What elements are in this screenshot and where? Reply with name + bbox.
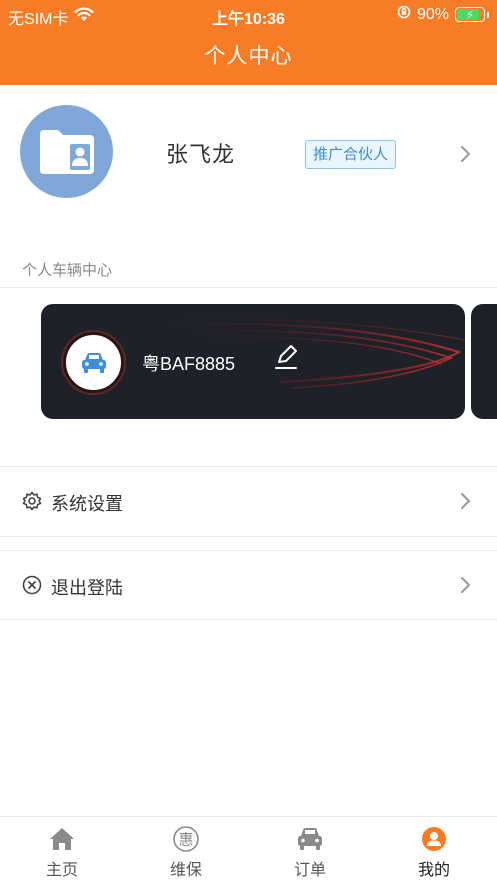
header-bar: 无SIM卡 上午10:36 90% ⚡ 个人中心 <box>0 0 497 85</box>
settings-row[interactable]: 系统设置 <box>0 467 497 535</box>
tab-orders-label: 订单 <box>293 862 326 879</box>
hui-icon: 惠 <box>173 826 199 852</box>
tab-maintenance-label: 维保 <box>169 862 202 879</box>
page-title: 个人中心 <box>204 45 293 68</box>
divider <box>0 619 497 620</box>
tab-orders[interactable]: 订单 <box>270 825 350 881</box>
chevron-right-icon <box>459 576 471 599</box>
chevron-right-icon <box>459 145 471 168</box>
user-icon <box>422 827 446 851</box>
gear-icon <box>22 491 42 516</box>
status-bar: 无SIM卡 上午10:36 90% ⚡ <box>0 0 497 28</box>
vehicle-section-label: 个人车辆中心 <box>22 262 113 279</box>
id-card-icon <box>39 129 94 174</box>
car-logo <box>63 332 124 393</box>
logout-label: 退出登陆 <box>51 578 123 598</box>
tab-bar: 主页 惠 维保 订单 我的 <box>0 816 497 883</box>
home-icon <box>50 828 74 850</box>
rotation-lock-icon <box>397 5 411 24</box>
tab-home[interactable]: 主页 <box>22 825 102 881</box>
battery-percent: 90% <box>416 5 449 23</box>
license-plate: 粤BAF8885 <box>142 354 236 374</box>
close-circle-icon <box>22 575 42 600</box>
battery-cap <box>487 11 489 18</box>
status-right: 90% ⚡ <box>397 5 489 24</box>
partner-badge: 推广合伙人 <box>305 140 397 169</box>
car-icon <box>81 352 106 373</box>
logout-row[interactable]: 退出登陆 <box>0 551 497 619</box>
tab-mine[interactable]: 我的 <box>394 825 474 881</box>
car-icon <box>298 828 322 850</box>
tab-maintenance[interactable]: 惠 维保 <box>146 825 226 881</box>
divider <box>0 536 497 537</box>
user-name: 张飞龙 <box>166 142 236 167</box>
svg-text:惠: 惠 <box>178 831 193 849</box>
divider <box>0 287 497 288</box>
chevron-right-icon <box>459 492 471 515</box>
vehicle-card-next[interactable] <box>471 304 497 419</box>
profile-row[interactable]: 张飞龙 推广合伙人 <box>0 85 497 220</box>
tab-mine-label: 我的 <box>417 862 450 879</box>
tab-home-label: 主页 <box>45 862 78 879</box>
app-screen: 无SIM卡 上午10:36 90% ⚡ 个人中心 张飞龙 推广合伙人 个人车辆中… <box>0 0 497 883</box>
edit-icon[interactable] <box>274 344 298 375</box>
avatar <box>20 105 113 198</box>
settings-label: 系统设置 <box>51 494 123 514</box>
vehicle-carousel[interactable]: 粤BAF8885 <box>0 290 497 450</box>
battery-icon: ⚡ <box>455 7 485 22</box>
vehicle-card[interactable]: 粤BAF8885 <box>41 304 465 419</box>
